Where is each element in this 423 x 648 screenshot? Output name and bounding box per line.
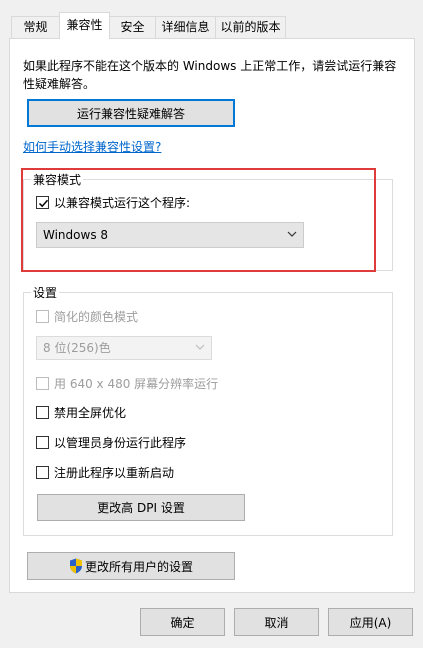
disable-fullscreen-checkbox[interactable] [36,406,49,419]
run-as-admin-label: 以管理员身份运行此程序 [54,436,187,450]
tab-general[interactable]: 常规 [11,16,60,38]
cancel-button[interactable]: 取消 [234,608,319,636]
res-640-label: 用 640 x 480 屏幕分辨率运行 [54,377,219,391]
tab-page: 如果此程序不能在这个版本的 Windows 上正常工作，请尝试运行兼容性疑难解答… [9,38,415,593]
change-all-users-button[interactable]: 更改所有用户的设置 [27,552,235,580]
settings-legend: 设置 [31,284,60,301]
tab-previous-versions[interactable]: 以前的版本 [215,16,286,38]
register-restart-label: 注册此程序以重新启动 [54,466,175,480]
color-depth-select[interactable]: 8 位(256)色 [36,336,212,360]
reduced-color-checkbox[interactable] [36,310,49,323]
run-troubleshooter-button[interactable]: 运行兼容性疑难解答 [27,99,235,127]
color-depth-value: 8 位(256)色 [43,341,111,355]
tab-compatibility[interactable]: 兼容性 [59,12,110,39]
res-640-checkbox[interactable] [36,377,49,390]
tab-details[interactable]: 详细信息 [155,16,216,38]
ok-button[interactable]: 确定 [140,608,225,636]
tab-security[interactable]: 安全 [109,16,156,38]
highlight-box [21,168,376,272]
uac-shield-icon [69,558,82,574]
register-restart-checkbox[interactable] [36,466,49,479]
reduced-color-label: 简化的颜色模式 [54,310,139,324]
apply-button[interactable]: 应用(A) [328,608,413,636]
chevron-down-icon [195,344,205,350]
run-as-admin-checkbox[interactable] [36,436,49,449]
manual-settings-link[interactable]: 如何手动选择兼容性设置? [23,138,161,155]
change-all-users-label: 更改所有用户的设置 [84,559,193,574]
intro-text: 如果此程序不能在这个版本的 Windows 上正常工作，请尝试运行兼容性疑难解答… [23,59,397,91]
change-dpi-button[interactable]: 更改高 DPI 设置 [37,494,245,521]
disable-fullscreen-label: 禁用全屏优化 [54,406,127,420]
